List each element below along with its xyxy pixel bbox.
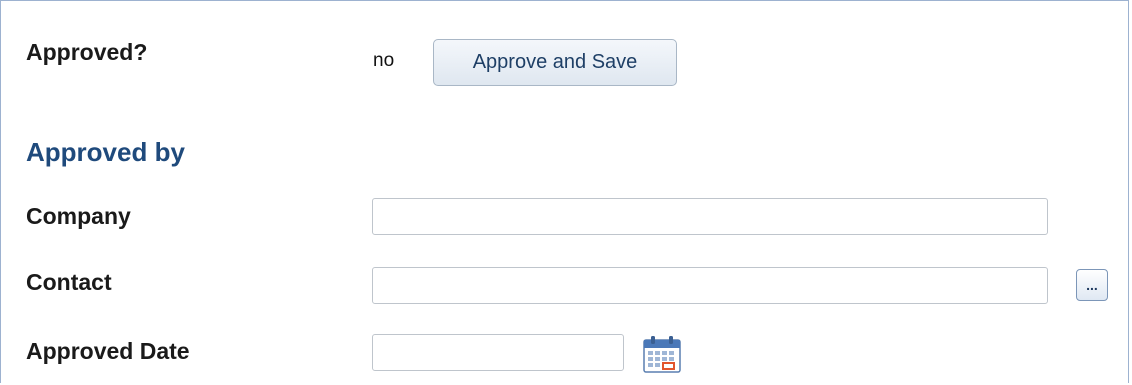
ellipsis-lookup-icon: ... [1086,277,1098,293]
approved-status-value: no [373,50,395,71]
company-label: Company [26,203,131,229]
approved-by-section-title: Approved by [26,137,185,167]
approved-date-field[interactable] [372,334,624,371]
contact-lookup-button[interactable]: ... [1076,269,1108,301]
approved-date-label: Approved Date [26,338,190,364]
contact-label: Contact [26,269,112,295]
approved-label: Approved? [26,39,148,65]
calendar-icon[interactable] [641,333,683,375]
approval-panel: Approved? no Approve and Save Approved b… [0,0,1129,383]
approve-and-save-button[interactable]: Approve and Save [433,39,677,86]
contact-field[interactable] [372,267,1048,304]
company-field[interactable] [372,198,1048,235]
